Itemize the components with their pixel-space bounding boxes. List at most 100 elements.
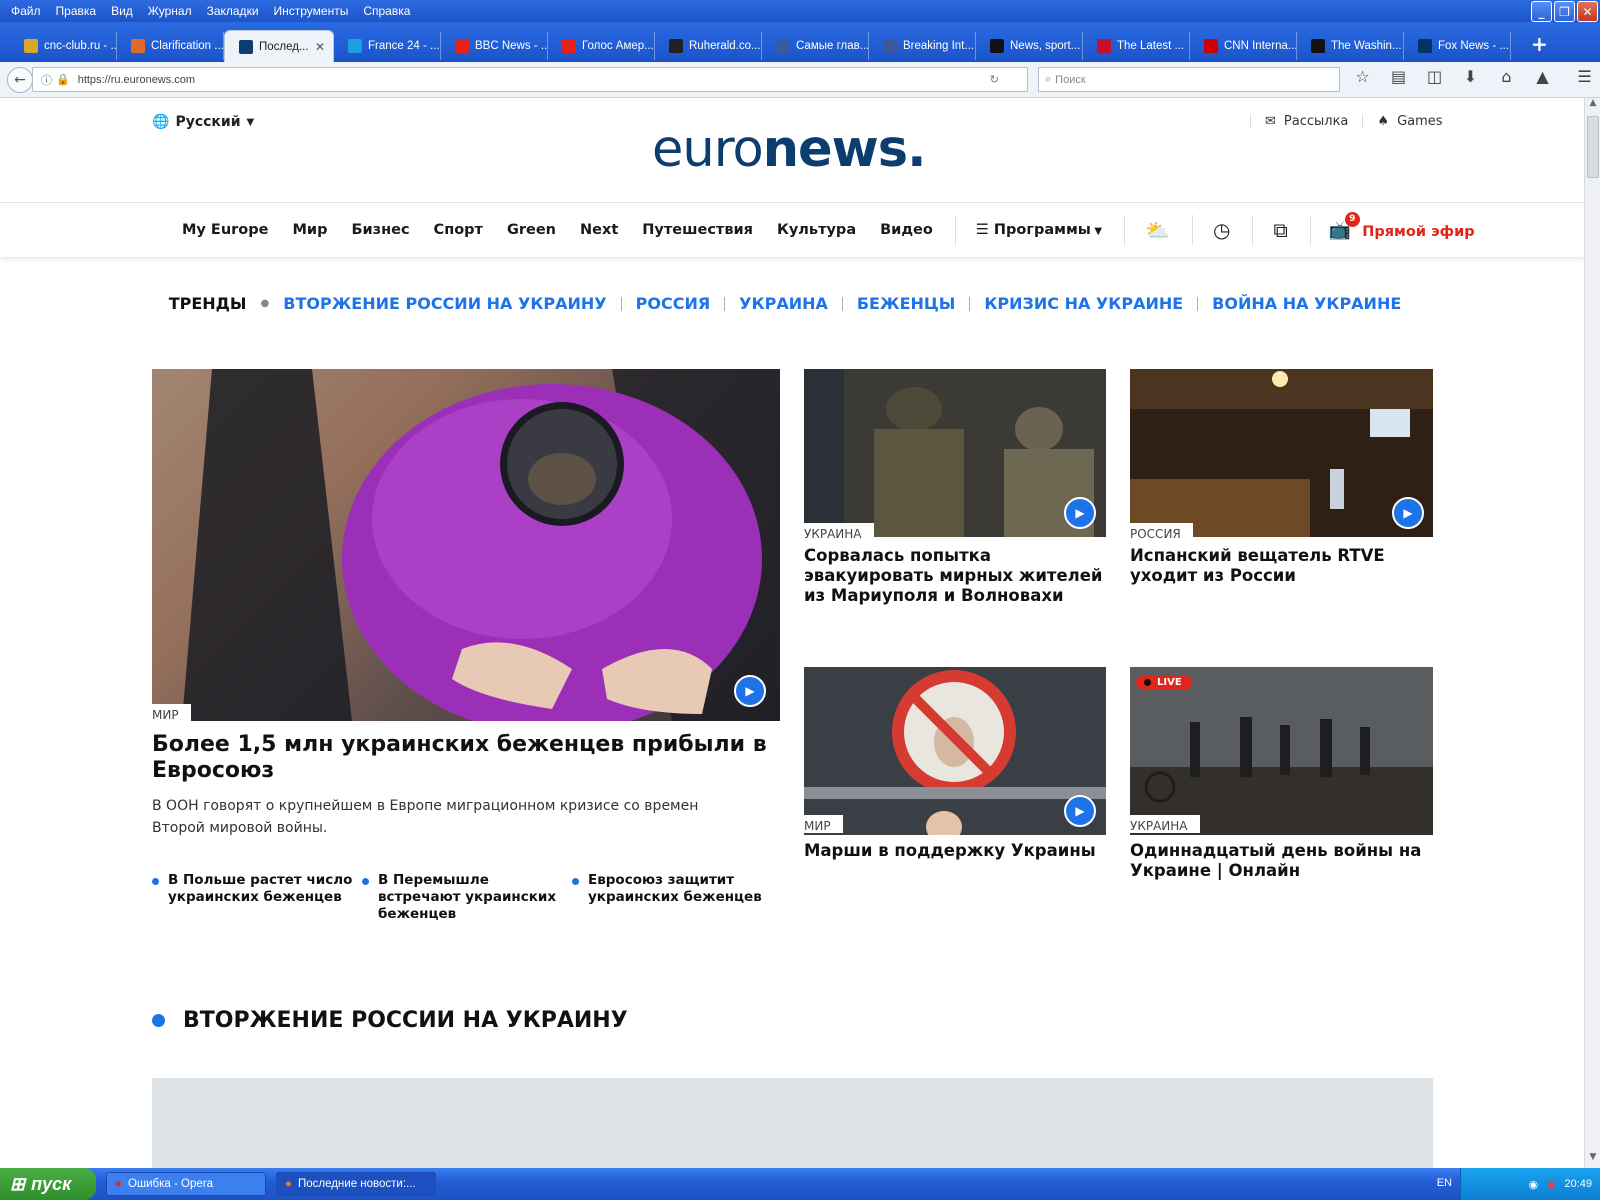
tab-favicon-icon (239, 39, 253, 54)
related-story-2[interactable]: В Перемышле встречают украинских беженце… (362, 872, 572, 923)
info-icon[interactable]: ⓘ (41, 72, 52, 88)
main-story-title[interactable]: Более 1,5 млн украинских беженцев прибыл… (152, 732, 780, 785)
home-icon[interactable]: ⌂ (1494, 67, 1519, 86)
browser-tab[interactable]: News, sport... (976, 32, 1083, 60)
restore-button[interactable]: ❐ (1554, 1, 1575, 22)
story-image-bar[interactable]: ▶ (1130, 369, 1433, 537)
play-button[interactable]: ▶ (1064, 497, 1096, 529)
url-text[interactable]: https://ru.euronews.com (78, 74, 195, 86)
trend-invasion[interactable]: ВТОРЖЕНИЕ РОССИИ НА УКРАИНУ (283, 294, 606, 313)
menu-tools[interactable]: Инструменты (270, 4, 353, 18)
trend-russia[interactable]: РОССИЯ (636, 294, 711, 313)
menu-bookmarks[interactable]: Закладки (203, 4, 263, 18)
browser-tab[interactable]: Голос Амер... (548, 32, 655, 60)
story-title[interactable]: Одиннадцатый день войны на Украине | Онл… (1130, 841, 1430, 881)
play-button[interactable]: ▶ (1392, 497, 1424, 529)
menu-file[interactable]: Файл (7, 4, 45, 18)
antivirus-icon[interactable]: ▣ (1546, 1178, 1556, 1191)
main-story-category[interactable]: МИР (152, 704, 191, 722)
trend-crisis[interactable]: КРИЗИС НА УКРАИНЕ (984, 294, 1183, 313)
related-story-3[interactable]: Евросоюз защитит украинских беженцев (572, 872, 782, 923)
minimize-button[interactable]: _ (1531, 1, 1552, 22)
scrollbar-thumb[interactable] (1587, 116, 1599, 178)
main-story-image[interactable]: ▶ (152, 369, 780, 721)
play-button[interactable]: ▶ (1064, 795, 1096, 827)
history-clock-icon[interactable]: ◷ (1213, 218, 1230, 242)
browser-tab[interactable]: Clarification ... (117, 32, 224, 60)
browser-tab[interactable]: The Latest ... (1083, 32, 1190, 60)
story-title[interactable]: Марши в поддержку Украины (804, 841, 1104, 861)
story-title[interactable]: Испанский вещатель RTVE уходит из России (1130, 546, 1430, 586)
pocket-icon[interactable]: ◫ (1422, 67, 1447, 86)
euronews-logo[interactable]: euronews. (652, 120, 926, 179)
hamburger-menu-icon[interactable]: ☰ (1572, 67, 1597, 86)
taskbar-item-firefox[interactable]: ● Последние новости:... (276, 1172, 436, 1196)
story-category[interactable]: УКРАИНА (1130, 815, 1200, 833)
language-selector[interactable]: 🌐 Русский ▼ (152, 114, 254, 130)
browser-tab[interactable]: Самые глав... (762, 32, 869, 60)
story-title[interactable]: Сорвалась попытка эвакуировать мирных жи… (804, 546, 1104, 605)
nav-travel[interactable]: Путешествия (642, 222, 753, 238)
nav-sport[interactable]: Спорт (434, 222, 483, 238)
section-heading[interactable]: ВТОРЖЕНИЕ РОССИИ НА УКРАИНУ (152, 1008, 628, 1033)
browser-tab[interactable]: Ruherald.co... (655, 32, 762, 60)
story-image-protest[interactable]: ▶ (804, 667, 1106, 835)
playlist-icon[interactable]: ⧉ (1273, 218, 1287, 242)
menu-edit[interactable]: Правка (52, 4, 101, 18)
bookmark-star-icon[interactable]: ☆ (1350, 67, 1375, 86)
nav-culture[interactable]: Культура (777, 222, 856, 238)
nav-green[interactable]: Green (507, 222, 556, 238)
nav-divider (1252, 215, 1254, 245)
browser-tab[interactable]: BBC News - ... (441, 32, 548, 60)
address-bar[interactable]: ⓘ 🔒 https://ru.euronews.com ↻ (32, 67, 1028, 92)
play-button[interactable]: ▶ (734, 675, 766, 707)
story-category[interactable]: УКРАИНА (804, 523, 874, 541)
scroll-down-icon[interactable]: ▼ (1585, 1152, 1600, 1168)
tab-close-icon[interactable]: ✕ (315, 40, 325, 54)
menu-help[interactable]: Справка (359, 4, 414, 18)
browser-tab[interactable]: CNN Interna... (1190, 32, 1297, 60)
nav-video[interactable]: Видео (880, 222, 933, 238)
browser-tab[interactable]: France 24 - ... (334, 32, 441, 60)
story-image-refugees[interactable]: LIVE (1130, 667, 1433, 835)
bookmarks-list-icon[interactable]: ▤ (1386, 67, 1411, 86)
weather-icon[interactable]: ⛅ (1145, 218, 1170, 242)
nav-programs[interactable]: ☰ Программы ▼ (976, 222, 1102, 238)
search-input[interactable]: ⌕ Поиск (1038, 67, 1340, 92)
tray-icon[interactable]: ◉ (1528, 1178, 1538, 1191)
story-image-soldiers[interactable]: ▶ (804, 369, 1106, 537)
nav-my-europe[interactable]: My Europe (182, 222, 268, 238)
browser-tab[interactable]: Breaking Int... (869, 32, 976, 60)
nav-world[interactable]: Мир (292, 222, 327, 238)
trend-war[interactable]: ВОЙНА НА УКРАИНЕ (1212, 294, 1401, 313)
nav-business[interactable]: Бизнес (351, 222, 409, 238)
nav-live[interactable]: 📺 9 Прямой эфир (1329, 211, 1475, 241)
addon-icon[interactable]: ▲ (1530, 67, 1555, 86)
trend-ukraine[interactable]: УКРАИНА (739, 294, 828, 313)
browser-tab[interactable]: cnc-club.ru - ... (10, 32, 117, 60)
story-category[interactable]: МИР (804, 815, 843, 833)
browser-tab[interactable]: The Washin... (1297, 32, 1404, 60)
browser-tab[interactable]: Послед... ✕ (224, 30, 334, 62)
page-scrollbar[interactable]: ▲ ▼ (1584, 98, 1600, 1168)
tab-favicon-icon (1311, 39, 1325, 53)
games-link[interactable]: ♠ Games (1362, 114, 1456, 129)
menu-view[interactable]: Вид (107, 4, 137, 18)
new-tab-button[interactable]: + (1531, 32, 1548, 56)
browser-tab[interactable]: Fox News - ... (1404, 32, 1511, 60)
nav-next[interactable]: Next (580, 222, 618, 238)
taskbar-item-opera[interactable]: ● Ошибка - Opera (106, 1172, 266, 1196)
story-category[interactable]: РОССИЯ (1130, 523, 1193, 541)
close-window-button[interactable]: ✕ (1577, 1, 1598, 22)
tab-label: Fox News - ... (1438, 40, 1509, 52)
back-button[interactable]: ← (7, 66, 33, 93)
scroll-up-icon[interactable]: ▲ (1585, 98, 1600, 114)
input-language[interactable]: EN (1437, 1177, 1452, 1189)
start-button[interactable]: ⊞ пуск (0, 1168, 96, 1200)
trend-refugees[interactable]: БЕЖЕНЦЫ (857, 294, 955, 313)
related-story-1[interactable]: В Польше растет число украинских беженце… (152, 872, 362, 923)
menu-history[interactable]: Журнал (144, 4, 196, 18)
newsletter-link[interactable]: ✉ Рассылка (1250, 114, 1362, 129)
reload-icon[interactable]: ↻ (990, 73, 999, 86)
download-icon[interactable]: ⬇ (1458, 67, 1483, 86)
